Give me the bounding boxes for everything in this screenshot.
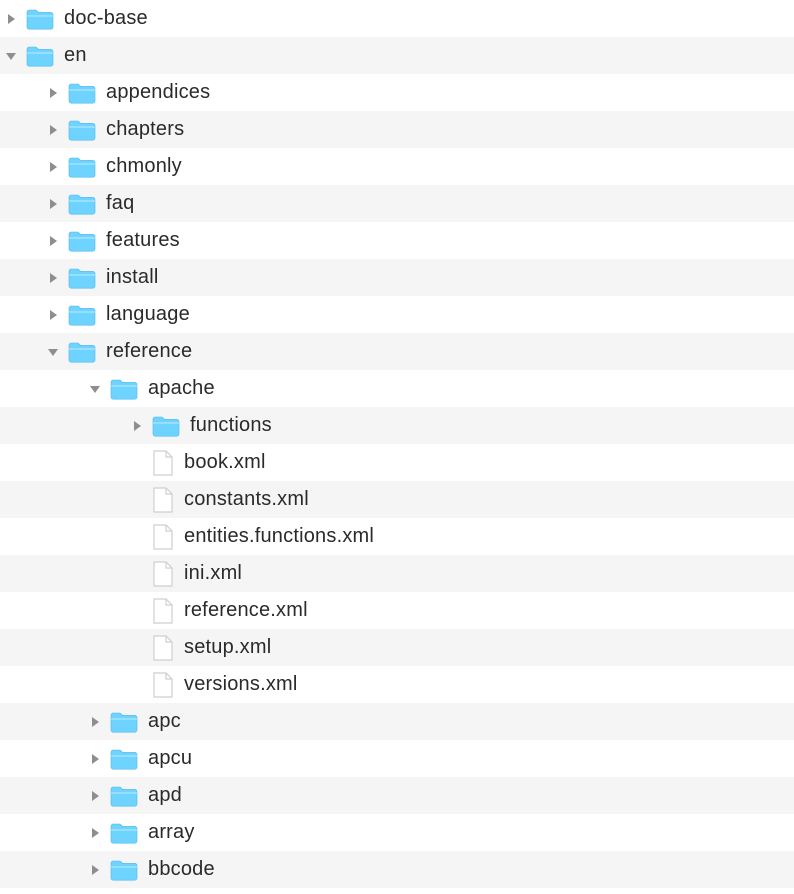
tree-row[interactable]: features (0, 222, 794, 259)
tree-row[interactable]: install (0, 259, 794, 296)
file-icon (152, 487, 174, 513)
tree-item-label: apc (148, 710, 794, 733)
folder-icon (110, 710, 138, 734)
disclosure-spacer (128, 639, 146, 657)
tree-item-label: appendices (106, 81, 794, 104)
disclosure-closed-icon[interactable] (44, 195, 62, 213)
tree-item-label: bbcode (148, 858, 794, 881)
tree-item-label: array (148, 821, 794, 844)
tree-row[interactable]: doc-base (0, 0, 794, 37)
tree-item-label: apache (148, 377, 794, 400)
disclosure-closed-icon[interactable] (128, 417, 146, 435)
tree-row[interactable]: apd (0, 777, 794, 814)
tree-item-label: en (64, 44, 794, 67)
disclosure-spacer (128, 602, 146, 620)
tree-item-label: setup.xml (184, 636, 794, 659)
folder-icon (110, 821, 138, 845)
disclosure-closed-icon[interactable] (86, 824, 104, 842)
disclosure-closed-icon[interactable] (86, 713, 104, 731)
tree-row[interactable]: book.xml (0, 444, 794, 481)
folder-icon (68, 192, 96, 216)
disclosure-open-icon[interactable] (86, 380, 104, 398)
tree-item-label: book.xml (184, 451, 794, 474)
file-icon (152, 635, 174, 661)
file-icon (152, 524, 174, 550)
folder-icon (110, 747, 138, 771)
disclosure-closed-icon[interactable] (44, 232, 62, 250)
tree-item-label: apd (148, 784, 794, 807)
file-icon (152, 672, 174, 698)
disclosure-spacer (128, 565, 146, 583)
disclosure-closed-icon[interactable] (86, 861, 104, 879)
disclosure-closed-icon[interactable] (44, 269, 62, 287)
tree-item-label: chapters (106, 118, 794, 141)
tree-row[interactable]: reference (0, 333, 794, 370)
file-icon (152, 561, 174, 587)
tree-item-label: doc-base (64, 7, 794, 30)
disclosure-spacer (128, 676, 146, 694)
tree-row[interactable]: setup.xml (0, 629, 794, 666)
folder-icon (68, 266, 96, 290)
folder-icon (26, 44, 54, 68)
tree-item-label: reference (106, 340, 794, 363)
disclosure-spacer (128, 454, 146, 472)
tree-item-label: faq (106, 192, 794, 215)
folder-icon (68, 155, 96, 179)
tree-item-label: language (106, 303, 794, 326)
tree-row[interactable]: array (0, 814, 794, 851)
tree-row[interactable]: chapters (0, 111, 794, 148)
folder-icon (68, 303, 96, 327)
disclosure-closed-icon[interactable] (86, 750, 104, 768)
tree-item-label: apcu (148, 747, 794, 770)
folder-icon (68, 229, 96, 253)
tree-item-label: ini.xml (184, 562, 794, 585)
tree-row[interactable]: bbcode (0, 851, 794, 888)
folder-icon (110, 784, 138, 808)
tree-item-label: versions.xml (184, 673, 794, 696)
disclosure-closed-icon[interactable] (44, 158, 62, 176)
disclosure-closed-icon[interactable] (44, 121, 62, 139)
tree-row[interactable]: versions.xml (0, 666, 794, 703)
disclosure-open-icon[interactable] (44, 343, 62, 361)
tree-row[interactable]: entities.functions.xml (0, 518, 794, 555)
folder-icon (68, 118, 96, 142)
tree-row[interactable]: en (0, 37, 794, 74)
folder-icon (68, 81, 96, 105)
folder-icon (110, 858, 138, 882)
tree-item-label: constants.xml (184, 488, 794, 511)
tree-row[interactable]: reference.xml (0, 592, 794, 629)
tree-row[interactable]: functions (0, 407, 794, 444)
tree-row[interactable]: apc (0, 703, 794, 740)
disclosure-spacer (128, 528, 146, 546)
tree-item-label: functions (190, 414, 794, 437)
file-icon (152, 450, 174, 476)
folder-icon (152, 414, 180, 438)
tree-row[interactable]: faq (0, 185, 794, 222)
tree-item-label: chmonly (106, 155, 794, 178)
tree-row[interactable]: chmonly (0, 148, 794, 185)
tree-row[interactable]: apache (0, 370, 794, 407)
tree-item-label: entities.functions.xml (184, 525, 794, 548)
tree-row[interactable]: appendices (0, 74, 794, 111)
tree-item-label: reference.xml (184, 599, 794, 622)
tree-item-label: features (106, 229, 794, 252)
folder-icon (68, 340, 96, 364)
disclosure-closed-icon[interactable] (86, 787, 104, 805)
tree-row[interactable]: constants.xml (0, 481, 794, 518)
disclosure-open-icon[interactable] (2, 47, 20, 65)
folder-icon (26, 7, 54, 31)
disclosure-closed-icon[interactable] (2, 10, 20, 28)
disclosure-closed-icon[interactable] (44, 306, 62, 324)
disclosure-spacer (128, 491, 146, 509)
disclosure-closed-icon[interactable] (44, 84, 62, 102)
tree-row[interactable]: language (0, 296, 794, 333)
file-tree: doc-base en appendices chapters chmonly … (0, 0, 794, 888)
tree-row[interactable]: apcu (0, 740, 794, 777)
folder-icon (110, 377, 138, 401)
tree-row[interactable]: ini.xml (0, 555, 794, 592)
file-icon (152, 598, 174, 624)
tree-item-label: install (106, 266, 794, 289)
